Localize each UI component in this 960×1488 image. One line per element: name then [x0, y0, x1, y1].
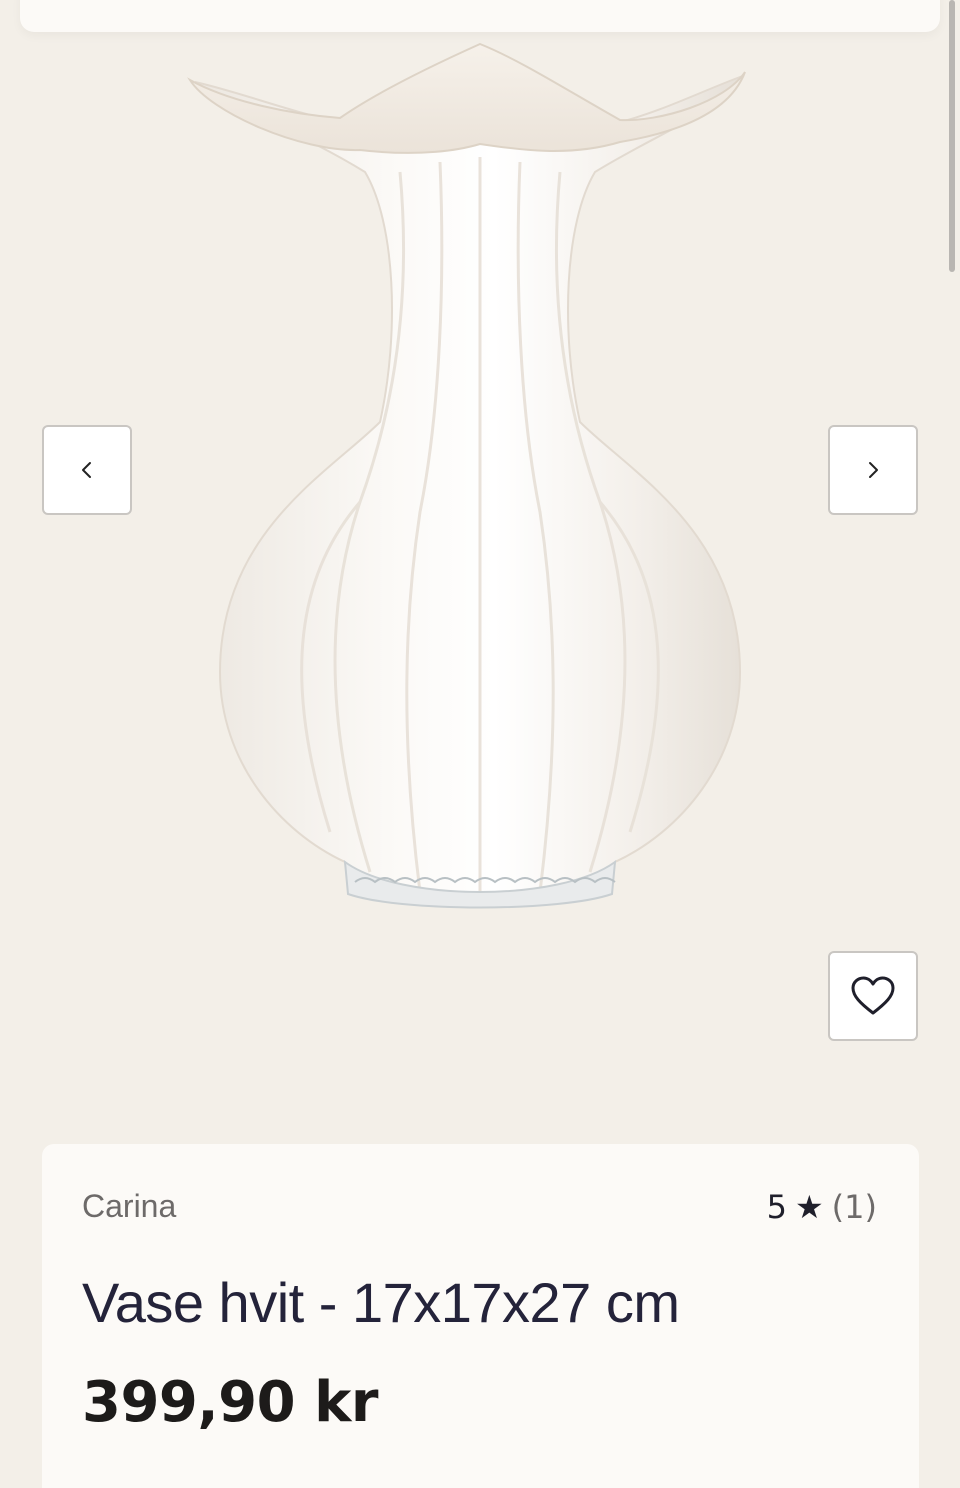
- gallery-prev-button[interactable]: [42, 425, 132, 515]
- product-price: 399,90 kr: [82, 1370, 378, 1435]
- favorite-button[interactable]: [828, 951, 918, 1041]
- star-icon: ★: [794, 1188, 824, 1226]
- chevron-left-icon: [82, 462, 91, 478]
- top-bar: [20, 0, 940, 32]
- scrollbar-thumb[interactable]: [949, 0, 955, 272]
- product-info-card: Carina 5 ★ (1) Vase hvit - 17x17x27 cm 3…: [42, 1144, 919, 1488]
- brand-name[interactable]: Carina: [82, 1188, 176, 1225]
- heart-icon: [851, 976, 895, 1015]
- scrollbar[interactable]: [946, 0, 960, 1488]
- product-page: Carina 5 ★ (1) Vase hvit - 17x17x27 cm 3…: [0, 0, 960, 1488]
- rating-value: 5: [766, 1188, 787, 1226]
- product-title: Vase hvit - 17x17x27 cm: [82, 1271, 680, 1334]
- gallery-next-button[interactable]: [828, 425, 918, 515]
- rating-count: (1): [831, 1188, 877, 1226]
- product-gallery: [0, 32, 960, 1112]
- rating[interactable]: 5 ★ (1): [767, 1188, 877, 1226]
- vase-image: [187, 42, 746, 909]
- chevron-right-icon: [869, 462, 878, 478]
